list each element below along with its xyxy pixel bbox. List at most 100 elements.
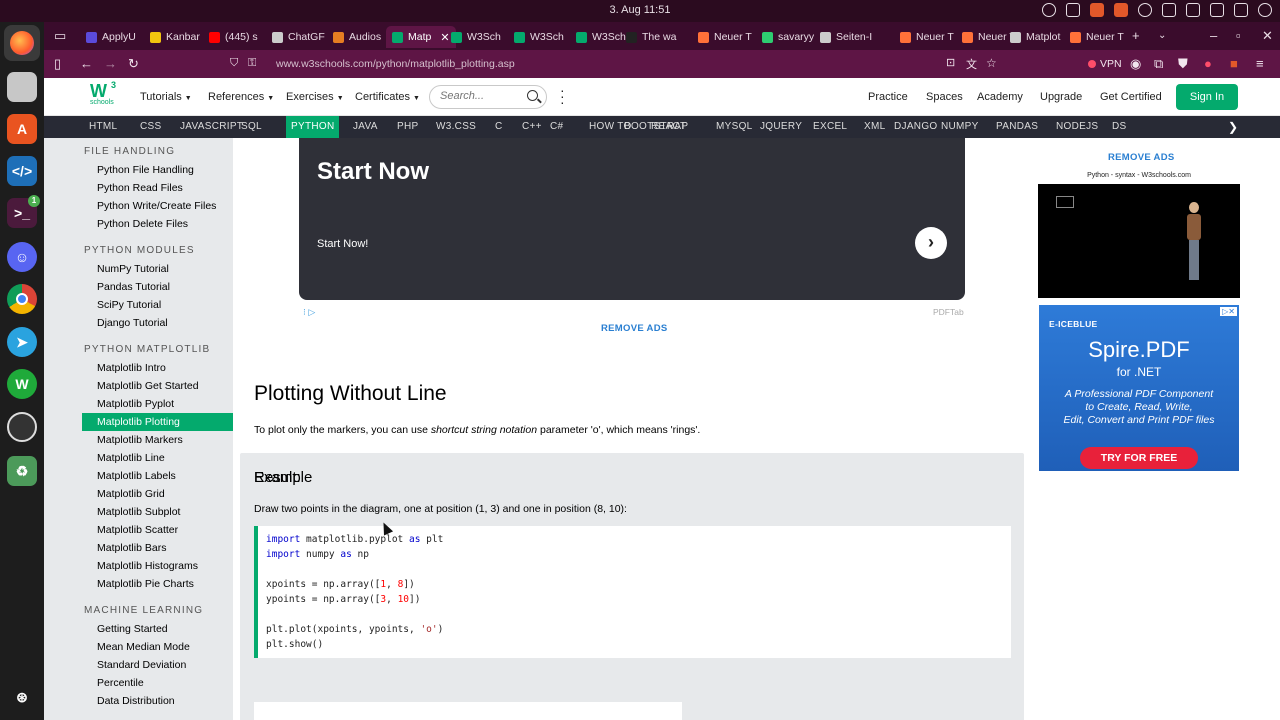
firefox-icon[interactable] (4, 25, 40, 61)
browser-tab[interactable]: Neuer T (1064, 26, 1130, 48)
topic-react[interactable]: REACT (646, 116, 691, 138)
get-certified-link[interactable]: Get Certified (1100, 91, 1162, 103)
settings-icon[interactable] (1042, 3, 1056, 17)
battery-icon[interactable] (1234, 3, 1248, 17)
tab-list-chevron-icon[interactable]: ⌄ (1158, 30, 1166, 41)
wifi-icon[interactable] (1186, 3, 1200, 17)
sidebar-item-django-tutorial[interactable]: Django Tutorial (82, 314, 233, 332)
topic-ds[interactable]: DS (1107, 116, 1132, 138)
extensions-icon[interactable]: ⧉ (1154, 56, 1163, 72)
menu-icon[interactable]: ≡ (1256, 56, 1264, 71)
sidebar-item-matplotlib-pyplot[interactable]: Matplotlib Pyplot (82, 395, 233, 413)
bookmark-star-icon[interactable]: ☆ (986, 56, 997, 70)
show-apps-icon[interactable]: ⊛ (7, 682, 37, 712)
browser-tab[interactable]: Audios (327, 26, 387, 48)
app-indicator-icon[interactable] (1066, 3, 1080, 17)
back-button[interactable]: ← (80, 56, 93, 71)
topic-xml[interactable]: XML (859, 116, 890, 138)
sidebar-item-matplotlib-histograms[interactable]: Matplotlib Histograms (82, 557, 233, 575)
video-ad[interactable]: Python - syntax - W3schools.com (1038, 168, 1240, 298)
sidebar-item-matplotlib-line[interactable]: Matplotlib Line (82, 449, 233, 467)
sidebar-item-python-read-files[interactable]: Python Read Files (82, 179, 233, 197)
sidebar-item-percentile[interactable]: Percentile (82, 674, 233, 692)
recording-icon[interactable] (1114, 3, 1128, 17)
whatsapp-icon[interactable]: W (7, 369, 37, 399)
adblock-icon[interactable]: ● (1204, 56, 1212, 71)
pocket-icon[interactable]: ⛊ (1178, 56, 1188, 72)
search-input[interactable] (440, 90, 520, 102)
sidebar-item-matplotlib-intro[interactable]: Matplotlib Intro (82, 359, 233, 377)
menu-exercises[interactable]: Exercises ▼ (286, 91, 344, 103)
browser-tab[interactable]: (445) s (203, 26, 264, 48)
new-tab-button[interactable]: + (1132, 28, 1140, 43)
menu-certificates[interactable]: Certificates ▼ (355, 91, 420, 103)
sign-in-button[interactable]: Sign In (1176, 84, 1238, 110)
topic-nodejs[interactable]: NODEJS (1051, 116, 1103, 138)
topic-pandas[interactable]: PANDAS (991, 116, 1043, 138)
browser-tab[interactable]: ApplyU (80, 26, 142, 48)
remove-ads-link[interactable]: REMOVE ADS (601, 323, 668, 334)
sidebar-item-matplotlib-grid[interactable]: Matplotlib Grid (82, 485, 233, 503)
practice-link[interactable]: Practice (868, 91, 908, 103)
obs-icon[interactable] (7, 412, 37, 442)
chevron-right-icon[interactable]: › (915, 227, 947, 259)
volume-icon[interactable] (1210, 3, 1224, 17)
software-center-icon[interactable]: A (7, 114, 37, 144)
network-icon[interactable] (1162, 3, 1176, 17)
accessibility-icon[interactable] (1138, 3, 1152, 17)
sidebar-item-matplotlib-markers[interactable]: Matplotlib Markers (82, 431, 233, 449)
trash-icon[interactable]: ♻ (7, 456, 37, 486)
screenshot-icon[interactable]: ⊡ (946, 56, 955, 69)
browser-tab[interactable]: Matplot (1004, 26, 1066, 48)
browser-tab[interactable]: Neuer T (894, 26, 960, 48)
topic-sql[interactable]: SQL (236, 116, 267, 138)
chrome-icon[interactable] (7, 284, 37, 314)
wallet-icon[interactable]: ■ (1230, 56, 1238, 71)
translate-icon[interactable]: 文 (966, 56, 977, 72)
topic-numpy[interactable]: NUMPY (936, 116, 984, 138)
sidebar-item-python-delete-files[interactable]: Python Delete Files (82, 215, 233, 233)
spaces-link[interactable]: Spaces (926, 91, 963, 103)
spire-pdf-ad[interactable]: ▷✕ E-ICEBLUE Spire.PDF for .NET A Profes… (1039, 305, 1239, 471)
topic-c-[interactable]: C# (545, 116, 568, 138)
sidebar-item-matplotlib-bars[interactable]: Matplotlib Bars (82, 539, 233, 557)
browser-tab[interactable]: ChatGF (266, 26, 331, 48)
sidebar-item-scipy-tutorial[interactable]: SciPy Tutorial (82, 296, 233, 314)
browser-tab[interactable]: W3Sch (508, 26, 570, 48)
vpn-button[interactable]: VPN (1088, 58, 1122, 70)
sidebar-item-numpy-tutorial[interactable]: NumPy Tutorial (82, 260, 233, 278)
close-window-button[interactable]: ✕ (1262, 28, 1273, 44)
browser-tab[interactable]: savaryy (756, 26, 820, 48)
browser-tab[interactable]: W3Sch (445, 26, 507, 48)
sidebar-item-mean-median-mode[interactable]: Mean Median Mode (82, 638, 233, 656)
topic-java[interactable]: JAVA (348, 116, 383, 138)
upgrade-link[interactable]: Upgrade (1040, 91, 1082, 103)
sidebar-toggle-icon[interactable]: ▯ (54, 56, 61, 72)
topic-python[interactable]: PYTHON (286, 116, 340, 138)
sidebar-item-standard-deviation[interactable]: Standard Deviation (82, 656, 233, 674)
telegram-icon[interactable]: ➤ (7, 327, 37, 357)
adchoices-icon[interactable]: ▷✕ (1220, 307, 1237, 316)
maximize-window-button[interactable]: ▫ (1236, 28, 1241, 43)
topic-excel[interactable]: EXCEL (808, 116, 852, 138)
topic-css[interactable]: CSS (135, 116, 166, 138)
topic-django[interactable]: DJANGO (889, 116, 942, 138)
topic-html[interactable]: HTML (84, 116, 122, 138)
search-icon[interactable] (527, 90, 538, 101)
minimize-window-button[interactable]: – (1210, 28, 1217, 43)
lock-icon[interactable]: ⚿ (248, 57, 256, 70)
topic-c[interactable]: C (490, 116, 508, 138)
sidebar-item-python-write-create-files[interactable]: Python Write/Create Files (82, 197, 233, 215)
topic-mysql[interactable]: MYSQL (711, 116, 758, 138)
menu-references[interactable]: References ▼ (208, 91, 274, 103)
sidebar-item-pandas-tutorial[interactable]: Pandas Tutorial (82, 278, 233, 296)
shield-icon[interactable]: ⛉ (230, 57, 238, 70)
search-box[interactable] (429, 85, 547, 109)
more-options-icon[interactable]: · · · (560, 83, 565, 109)
topic-jquery[interactable]: JQUERY (755, 116, 807, 138)
sidebar-item-matplotlib-subplot[interactable]: Matplotlib Subplot (82, 503, 233, 521)
discord-icon[interactable]: ☺ (7, 242, 37, 272)
sidebar-item-python-file-handling[interactable]: Python File Handling (82, 161, 233, 179)
sidebar-item-matplotlib-pie-charts[interactable]: Matplotlib Pie Charts (82, 575, 233, 593)
w3schools-logo[interactable]: W 3 schools (90, 80, 120, 112)
